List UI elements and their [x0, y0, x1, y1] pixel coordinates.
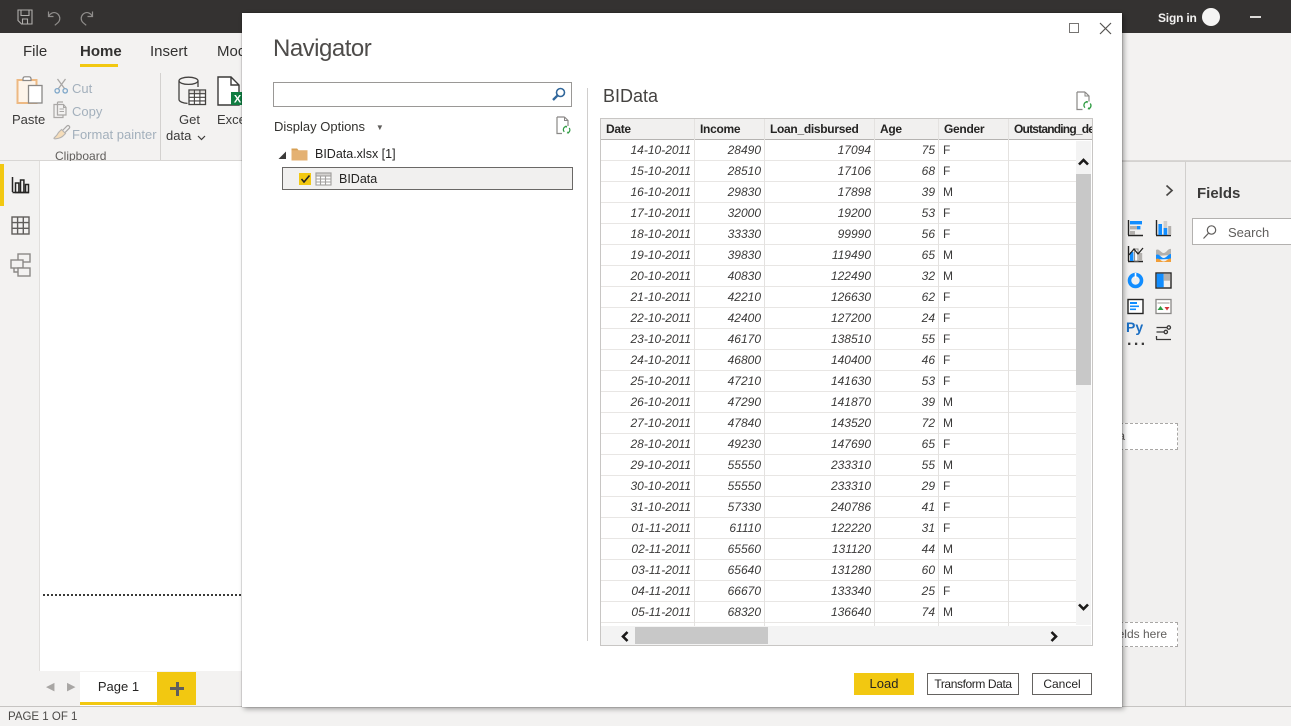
svg-text:X: X [234, 94, 242, 106]
